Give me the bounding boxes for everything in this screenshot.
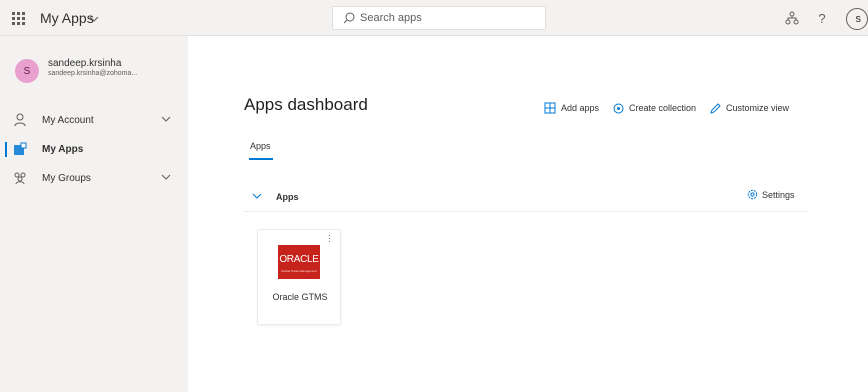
settings-button[interactable]: Settings	[747, 189, 795, 200]
user-avatar-button[interactable]: s	[846, 8, 868, 30]
create-collection-label: Create collection	[629, 103, 697, 113]
groups-icon	[14, 172, 26, 185]
tab-active-indicator	[249, 158, 273, 160]
edit-icon	[710, 102, 721, 114]
add-apps-button[interactable]: Add apps	[544, 101, 599, 115]
settings-label: Settings	[762, 189, 795, 200]
avatar: S	[15, 59, 39, 83]
help-icon[interactable]: ?	[814, 10, 830, 26]
profile-email: sandeep.krsinha@zohoma...	[48, 70, 138, 77]
waffle-icon[interactable]	[0, 0, 36, 36]
gear-icon	[747, 189, 758, 200]
create-collection-button[interactable]: Create collection	[613, 101, 696, 115]
add-apps-label: Add apps	[561, 103, 600, 113]
search-icon	[343, 12, 355, 24]
app-tile-label: Oracle GTMS	[272, 292, 328, 302]
chevron-down-icon[interactable]	[161, 114, 171, 124]
oracle-logo: ORACLE Global Trade Management	[278, 245, 320, 279]
tab-apps[interactable]: Apps	[250, 141, 271, 151]
person-icon	[14, 113, 26, 127]
app-tile-oracle-gtms[interactable]: · · · ORACLE Global Trade Management Oracl…	[257, 229, 341, 325]
section-title[interactable]: Apps	[276, 192, 299, 202]
org-chart-icon[interactable]	[784, 10, 800, 26]
apps-section-header: Apps Settings	[244, 182, 808, 212]
add-apps-icon	[544, 102, 556, 114]
top-bar: My Apps ? s	[0, 0, 868, 36]
sidebar-item-my-account[interactable]: My Account	[0, 108, 188, 134]
sidebar-item-label: My Groups	[42, 173, 91, 184]
logo-subtext: Global Trade Management	[281, 269, 317, 273]
sidebar: S sandeep.krsinha sandeep.krsinha@zohoma…	[0, 36, 188, 392]
customize-view-label: Customize view	[726, 103, 790, 113]
sidebar-item-my-apps[interactable]: My Apps	[0, 137, 188, 163]
sidebar-item-label: My Account	[42, 115, 94, 126]
search-input[interactable]	[360, 7, 540, 29]
app-title[interactable]: My Apps	[40, 10, 94, 26]
sidebar-item-my-groups[interactable]: My Groups	[0, 166, 188, 192]
profile-name: sandeep.krsinha	[48, 58, 122, 69]
customize-view-button[interactable]: Customize view	[710, 101, 789, 115]
sidebar-item-label: My Apps	[42, 144, 84, 155]
active-indicator	[5, 142, 7, 157]
page-title: Apps dashboard	[244, 95, 368, 114]
chevron-down-icon[interactable]	[89, 14, 99, 24]
add-circle-icon	[613, 103, 624, 113]
logo-text: ORACLE	[279, 254, 319, 265]
more-options-icon[interactable]: · · ·	[328, 231, 331, 246]
chevron-down-icon[interactable]	[252, 192, 262, 200]
apps-icon	[14, 142, 27, 155]
search-box[interactable]	[332, 6, 546, 30]
chevron-down-icon[interactable]	[161, 172, 171, 182]
